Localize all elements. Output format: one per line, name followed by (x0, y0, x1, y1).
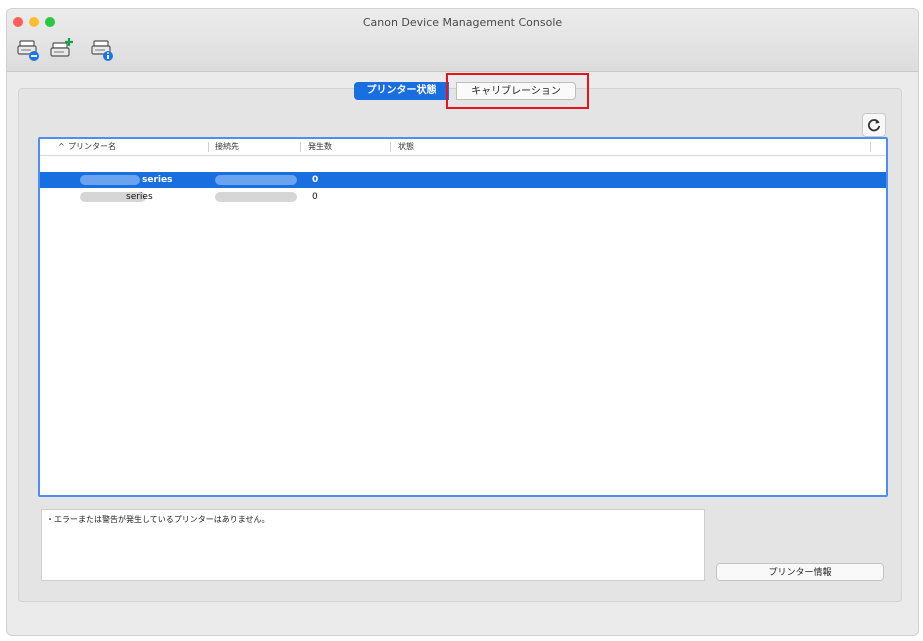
printer-remove-icon (17, 40, 39, 61)
tab-calibration[interactable]: キャリブレーション (456, 82, 576, 100)
printer-info-button[interactable] (91, 37, 115, 63)
printer-add-icon (50, 38, 73, 57)
printer-name-cell: series (126, 192, 153, 202)
message-area: ・エラーまたは警告が発生しているプリンターはありません。 (41, 509, 705, 581)
refresh-button[interactable] (862, 113, 886, 137)
redacted-connection (215, 192, 297, 202)
count-cell: 0 (312, 175, 319, 185)
table-row[interactable]: series 0 (40, 189, 886, 205)
column-header-connection[interactable]: 接続先 (215, 139, 239, 155)
status-message: ・エラーまたは警告が発生しているプリンターはありません。 (46, 515, 270, 524)
remove-printer-button[interactable] (17, 37, 41, 63)
column-divider[interactable] (870, 142, 871, 152)
printer-table[interactable]: ^ プリンター名 接続先 発生数 状態 series 0 series 0 (38, 137, 888, 497)
refresh-icon (868, 119, 881, 132)
column-header-count[interactable]: 発生数 (308, 139, 332, 155)
title-bar: Canon Device Management Console (7, 9, 918, 72)
printer-info-detail-button[interactable]: プリンター情報 (716, 563, 884, 581)
printer-name-cell: series (142, 175, 173, 185)
table-row[interactable]: series 0 (40, 172, 886, 188)
redacted-connection (215, 175, 297, 185)
sort-ascending-icon[interactable]: ^ (58, 139, 65, 155)
column-divider[interactable] (300, 142, 301, 152)
column-header-printer-name[interactable]: プリンター名 (68, 139, 116, 155)
redacted-printer-model (80, 175, 140, 185)
add-printer-button[interactable] (50, 37, 74, 63)
column-divider[interactable] (208, 142, 209, 152)
count-cell: 0 (312, 192, 318, 202)
window-title: Canon Device Management Console (362, 16, 563, 29)
column-header-status[interactable]: 状態 (398, 139, 414, 155)
printer-info-icon (91, 40, 113, 61)
tab-printer-status[interactable]: プリンター状態 (354, 82, 449, 100)
column-divider[interactable] (390, 142, 391, 152)
table-header: ^ プリンター名 接続先 発生数 状態 (40, 139, 886, 156)
